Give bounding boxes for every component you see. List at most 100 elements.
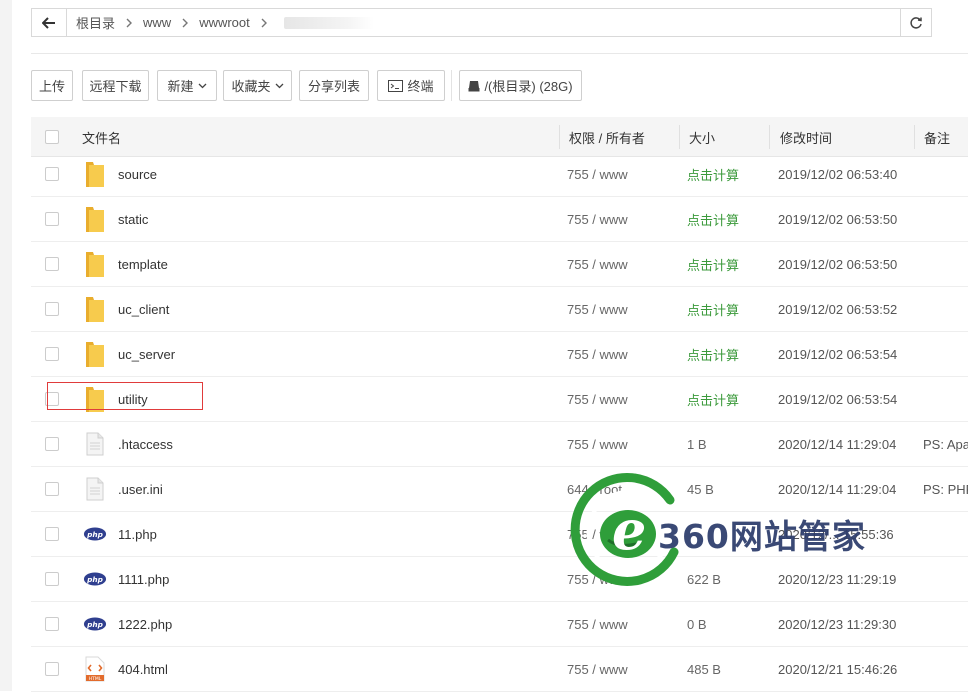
header-divider bbox=[679, 125, 680, 149]
crumb-wwwroot[interactable]: wwwroot bbox=[199, 15, 250, 30]
file-size[interactable]: 点击计算 bbox=[687, 197, 739, 241]
file-permission[interactable]: 755 / www bbox=[567, 242, 628, 286]
file-permission[interactable]: 755 / www bbox=[567, 602, 628, 646]
table-row[interactable]: HTML 404.html 755 / www 485 B 2020/12/21 15:… bbox=[31, 647, 968, 692]
file-name[interactable]: .user.ini bbox=[118, 467, 163, 511]
file-name[interactable]: source bbox=[118, 152, 157, 196]
table-row[interactable]: .htaccess 755 / www 1 B 2020/12/14 11:29:04… bbox=[31, 422, 968, 467]
row-checkbox[interactable] bbox=[45, 167, 59, 181]
file-name[interactable]: uc_server bbox=[118, 332, 175, 376]
disk-button[interactable]: /(根目录) (28G) bbox=[459, 70, 582, 101]
file-mtime: 2019/12/02 06:53:52 bbox=[778, 301, 898, 317]
row-checkbox[interactable] bbox=[45, 347, 59, 361]
file-permission[interactable]: 755 / www bbox=[567, 422, 628, 466]
file-name[interactable]: 11.php bbox=[118, 512, 157, 556]
table-row[interactable]: php 11.php 755 / www 2020/12/... 15:55:36 bbox=[31, 512, 968, 557]
share-list-button[interactable]: 分享列表 bbox=[299, 70, 369, 101]
file-size[interactable]: 点击计算 bbox=[687, 332, 739, 376]
svg-text:php: php bbox=[86, 620, 103, 629]
file-mtime: 2019/12/02 06:53:50 bbox=[778, 256, 898, 272]
row-checkbox[interactable] bbox=[45, 617, 59, 631]
header-name[interactable]: 文件名 bbox=[82, 117, 121, 157]
file-mtime: 2019/12/02 06:53:54 bbox=[778, 391, 898, 407]
file-size: 622 B bbox=[687, 571, 721, 587]
table-row[interactable]: uc_client 755 / www 点击计算 2019/12/02 06:53:5… bbox=[31, 287, 968, 332]
table-row[interactable]: template 755 / www 点击计算 2019/12/02 06:53:50 bbox=[31, 242, 968, 287]
file-permission[interactable]: 755 / www bbox=[567, 377, 628, 421]
file-size[interactable]: 点击计算 bbox=[687, 242, 739, 286]
file-name[interactable]: uc_client bbox=[118, 287, 169, 331]
file-size[interactable]: 点击计算 bbox=[687, 377, 739, 421]
header-divider bbox=[559, 125, 560, 149]
file-permission[interactable]: 755 / www bbox=[567, 512, 628, 556]
table-row[interactable]: php 1111.php 755 / www 622 B 2020/12/23 11:2… bbox=[31, 557, 968, 602]
file-permission[interactable]: 755 / www bbox=[567, 647, 628, 691]
table-row[interactable]: source 755 / www 点击计算 2019/12/02 06:53:40 bbox=[31, 152, 968, 197]
crumb-www[interactable]: www bbox=[143, 15, 171, 30]
row-checkbox[interactable] bbox=[45, 662, 59, 676]
folder-icon bbox=[83, 332, 107, 376]
svg-text:HTML: HTML bbox=[89, 676, 102, 682]
chevron-right-icon bbox=[250, 18, 278, 28]
row-checkbox[interactable] bbox=[45, 482, 59, 496]
chevron-right-icon bbox=[171, 18, 199, 28]
file-note[interactable]: PS: PHP bbox=[923, 467, 968, 511]
crumb-root[interactable]: 根目录 bbox=[76, 13, 115, 32]
file-permission[interactable]: 755 / www bbox=[567, 557, 628, 601]
file-name[interactable]: template bbox=[118, 242, 168, 286]
file-permission[interactable]: 644 / root bbox=[567, 467, 622, 511]
disk-label: /(根目录) (28G) bbox=[484, 79, 573, 94]
file-mtime: 2019/12/02 06:53:54 bbox=[778, 346, 898, 362]
svg-text:php: php bbox=[86, 575, 103, 584]
table-row[interactable]: uc_server 755 / www 点击计算 2019/12/02 06:53:5… bbox=[31, 332, 968, 377]
file-permission[interactable]: 755 / www bbox=[567, 152, 628, 196]
breadcrumb: 根目录 www wwwroot bbox=[76, 9, 374, 36]
file-name[interactable]: .htaccess bbox=[118, 422, 173, 466]
file-size[interactable]: 点击计算 bbox=[687, 152, 739, 196]
file-mtime: 2019/12/02 06:53:40 bbox=[778, 166, 898, 182]
upload-label: 上传 bbox=[38, 79, 65, 94]
toolbar-separator bbox=[451, 70, 452, 101]
file-permission[interactable]: 755 / www bbox=[567, 287, 628, 331]
chevron-down-icon bbox=[275, 83, 283, 88]
table-row[interactable]: .user.ini 644 / root 45 B 2020/12/14 11:29:… bbox=[31, 467, 968, 512]
remote-download-button[interactable]: 远程下载 bbox=[82, 70, 149, 101]
file-permission[interactable]: 755 / www bbox=[567, 332, 628, 376]
file-mtime: 2020/12/23 11:29:30 bbox=[778, 616, 897, 632]
header-note[interactable]: 备注 bbox=[924, 117, 950, 157]
table-row[interactable]: php 1222.php 755 / www 0 B 2020/12/23 11:29:… bbox=[31, 602, 968, 647]
row-checkbox[interactable] bbox=[45, 437, 59, 451]
row-checkbox[interactable] bbox=[45, 302, 59, 316]
remote-download-label: 远程下载 bbox=[89, 79, 142, 94]
file-size[interactable]: 点击计算 bbox=[687, 287, 739, 331]
folder-icon bbox=[83, 197, 107, 241]
file-size: 45 B bbox=[687, 481, 714, 497]
file-name[interactable]: 1222.php bbox=[118, 602, 172, 646]
arrow-left-icon bbox=[42, 16, 55, 29]
file-name[interactable]: 404.html bbox=[118, 647, 168, 691]
select-all-checkbox[interactable] bbox=[45, 130, 59, 144]
chevron-down-icon bbox=[198, 83, 206, 88]
header-perm[interactable]: 权限 / 所有者 bbox=[569, 117, 645, 157]
header-mtime[interactable]: 修改时间 bbox=[780, 117, 832, 157]
table-row[interactable]: static 755 / www 点击计算 2019/12/02 06:53:50 bbox=[31, 197, 968, 242]
refresh-button[interactable] bbox=[900, 9, 931, 36]
file-note[interactable]: PS: Apa bbox=[923, 422, 968, 466]
row-checkbox[interactable] bbox=[45, 572, 59, 586]
row-checkbox[interactable] bbox=[45, 257, 59, 271]
file-icon bbox=[83, 467, 107, 511]
file-name[interactable]: 1111.php bbox=[118, 557, 169, 601]
terminal-button[interactable]: 终端 bbox=[377, 70, 445, 101]
left-strip bbox=[0, 0, 12, 691]
favorites-button[interactable]: 收藏夹 bbox=[223, 70, 292, 101]
row-checkbox[interactable] bbox=[45, 527, 59, 541]
header-size[interactable]: 大小 bbox=[689, 117, 715, 157]
file-name[interactable]: static bbox=[118, 197, 148, 241]
new-button[interactable]: 新建 bbox=[157, 70, 217, 101]
file-permission[interactable]: 755 / www bbox=[567, 197, 628, 241]
upload-button[interactable]: 上传 bbox=[31, 70, 73, 101]
row-checkbox[interactable] bbox=[45, 212, 59, 226]
back-button[interactable] bbox=[32, 9, 67, 36]
file-mtime: 2020/12/14 11:29:04 bbox=[778, 436, 897, 452]
file-size: 1 B bbox=[687, 436, 707, 452]
